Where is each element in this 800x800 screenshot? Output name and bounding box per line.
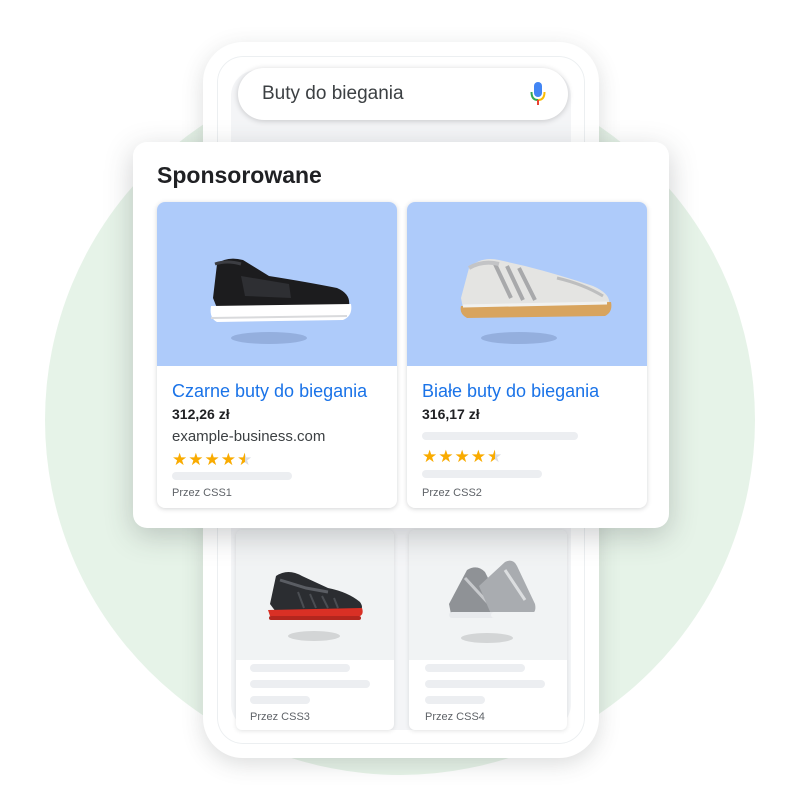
star-rating: ★★★★★: [422, 448, 503, 465]
product-image: [157, 202, 397, 366]
listing-card[interactable]: Przez CSS4: [409, 530, 567, 730]
sponsored-product-card[interactable]: Czarne buty do biegania 312,26 zł exampl…: [157, 202, 397, 508]
placeholder-line: [425, 664, 525, 672]
sponsored-panel: Sponsorowane Czarne buty do biegania 312…: [133, 142, 669, 528]
product-image: [407, 202, 647, 366]
half-star: ★: [486, 447, 504, 466]
placeholder-line: [425, 680, 545, 688]
placeholder-line: [425, 696, 485, 704]
product-price: 316,17 zł: [422, 406, 480, 422]
full-stars: ★★★★: [172, 450, 237, 469]
grey-running-shoe-pair-icon: [449, 560, 537, 643]
product-image: [409, 530, 567, 660]
black-running-shoe-icon: [210, 258, 352, 344]
panel-heading: Sponsorowane: [157, 162, 322, 188]
placeholder-line: [172, 472, 292, 480]
white-running-shoe-icon: [460, 259, 612, 344]
star-rating: ★★★★★: [172, 451, 253, 468]
mic-icon[interactable]: [530, 81, 546, 107]
seller-via: Przez CSS2: [422, 487, 482, 499]
seller-via: Przez CSS3: [250, 711, 310, 723]
placeholder-line: [422, 432, 578, 440]
placeholder-line: [250, 664, 350, 672]
placeholder-line: [250, 680, 370, 688]
seller-via: Przez CSS4: [425, 711, 485, 723]
placeholder-line: [250, 696, 310, 704]
product-title-link[interactable]: Białe buty do biegania: [422, 381, 599, 402]
sponsored-product-card[interactable]: Białe buty do biegania 316,17 zł ★★★★★ P…: [407, 202, 647, 508]
product-price: 312,26 zł: [172, 406, 230, 422]
seller-via: Przez CSS1: [172, 487, 232, 499]
product-title-link[interactable]: Czarne buty do biegania: [172, 381, 367, 402]
full-stars: ★★★★: [422, 447, 487, 466]
placeholder-line: [422, 470, 542, 478]
dark-running-shoe-icon: [268, 572, 363, 641]
search-query[interactable]: Buty do biegania: [262, 83, 404, 105]
half-star: ★: [236, 450, 254, 469]
search-bar[interactable]: Buty do biegania: [238, 68, 568, 120]
product-image: [236, 530, 394, 660]
product-domain: example-business.com: [172, 428, 326, 445]
listing-card[interactable]: Przez CSS3: [236, 530, 394, 730]
